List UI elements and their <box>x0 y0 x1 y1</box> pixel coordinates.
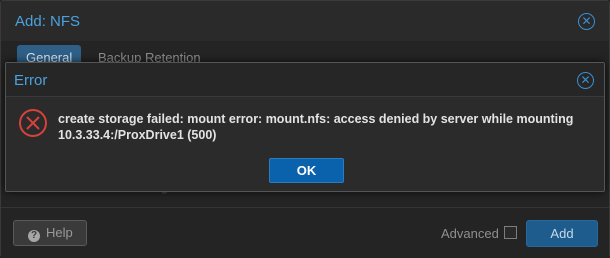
question-circle-icon: ? <box>28 230 40 242</box>
window-header: Add: NFS ✕ <box>1 1 609 41</box>
help-button[interactable]: ? Help <box>13 220 87 246</box>
add-button[interactable]: Add <box>526 220 598 247</box>
advanced-checkbox[interactable] <box>504 226 517 239</box>
close-icon[interactable]: ✕ <box>577 72 594 89</box>
error-icon <box>19 109 47 137</box>
ok-button[interactable]: OK <box>269 158 344 183</box>
error-message-line-1: create storage failed: mount error: moun… <box>58 112 574 126</box>
error-message-line-2: 10.3.33.4:/ProxDrive1 (500) <box>58 128 217 142</box>
error-message: create storage failed: mount error: moun… <box>58 111 598 143</box>
window-footer: ? Help Advanced Add <box>1 207 609 258</box>
error-dialog-title: Error <box>14 72 48 89</box>
window-title: Add: NFS <box>15 13 81 30</box>
close-icon[interactable]: ✕ <box>578 13 595 30</box>
error-dialog: Error ✕ create storage failed: mount err… <box>5 62 605 192</box>
advanced-label: Advanced <box>441 226 499 241</box>
help-button-label: Help <box>46 225 73 240</box>
error-dialog-header: Error ✕ <box>6 63 604 97</box>
